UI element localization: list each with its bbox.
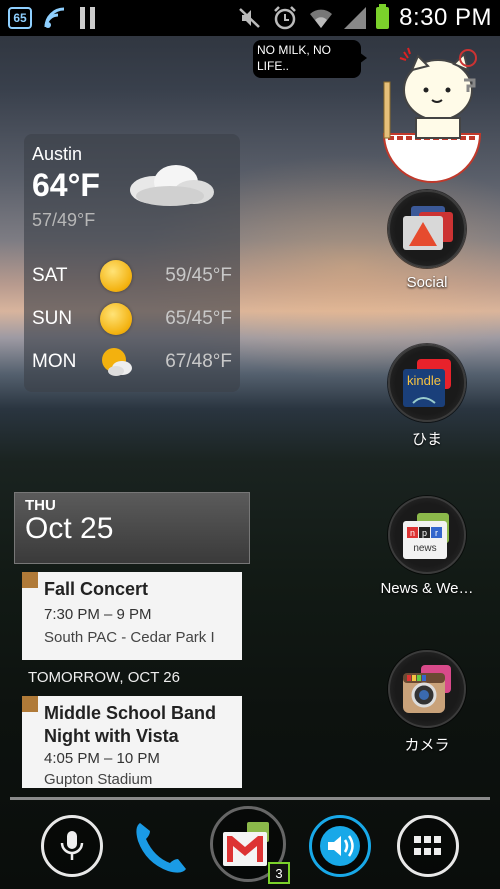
npr-news-folder-icon: n p r news — [403, 513, 449, 559]
weather-widget[interactable]: Austin 64°F 57/49°F SAT 59/45°F SUN 65/4… — [24, 134, 240, 392]
cat-mascot-widget-icon[interactable] — [376, 42, 488, 184]
instagram-folder-icon — [403, 665, 451, 713]
dock-divider — [10, 797, 490, 800]
folder-label: カメラ — [404, 737, 450, 754]
forecast-range: 59/45°F — [165, 265, 232, 286]
gmail-unread-badge: 3 — [268, 862, 290, 884]
svg-text:news: news — [413, 543, 436, 554]
folder-label: ひま — [411, 431, 442, 448]
battery-icon — [376, 4, 390, 29]
cloudy-icon — [130, 165, 214, 206]
folder-camera[interactable]: カメラ — [372, 650, 482, 755]
app-drawer-button[interactable] — [397, 815, 459, 877]
folder-label: Social — [406, 274, 448, 291]
calendar-event[interactable]: Middle School Band Night with Vista 4:05… — [22, 696, 242, 788]
mute-icon — [239, 8, 260, 28]
clock-time: 8:30 PM — [399, 4, 492, 31]
folder-hima[interactable]: kindle ひま — [372, 344, 482, 449]
event-time: 4:05 PM – 10 PM — [44, 750, 160, 767]
phone-icon — [136, 823, 186, 873]
calendar-event[interactable]: Fall Concert 7:30 PM – 9 PM South PAC - … — [22, 572, 242, 660]
svg-text:r: r — [435, 528, 438, 538]
weather-current-range: 57/49°F — [32, 210, 96, 230]
forecast-row: SAT 59/45°F — [32, 260, 232, 292]
speech-bubble[interactable]: NO MILK, NO LIFE.. — [253, 40, 367, 78]
svg-text:kindle: kindle — [407, 373, 441, 388]
notification-badge-icon[interactable]: 65 — [8, 7, 32, 29]
volume-icon — [320, 826, 360, 866]
sunny-icon — [100, 260, 132, 292]
app-drawer-icon — [414, 836, 441, 855]
forecast-day: MON — [32, 351, 77, 372]
microphone-icon — [60, 831, 84, 860]
folder-news-weather[interactable]: n p r news News & We… — [372, 496, 482, 597]
alarm-icon — [274, 6, 296, 30]
calendar-tomorrow-label: TOMORROW, OCT 26 — [28, 669, 180, 686]
calendar-header[interactable]: THU Oct 25 — [14, 492, 250, 564]
wifi-signal-icon — [44, 7, 65, 28]
pause-icon — [80, 7, 95, 29]
folder-label: News & We… — [380, 580, 474, 597]
forecast-day: SUN — [32, 308, 73, 329]
forecast-day: SAT — [32, 265, 68, 286]
event-title: Fall Concert — [44, 579, 149, 599]
forecast-range: 67/48°F — [165, 351, 232, 372]
wifi-icon — [310, 9, 333, 28]
folder-social[interactable]: Social — [372, 190, 482, 291]
cell-signal-icon — [344, 7, 367, 29]
forecast-row: SUN 65/45°F — [32, 303, 232, 335]
partly-cloudy-icon — [102, 348, 132, 376]
event-time: 7:30 PM – 9 PM — [44, 606, 152, 623]
volume-button[interactable] — [309, 815, 371, 877]
kindle-folder-icon: kindle — [403, 359, 451, 407]
social-folder-icon — [403, 206, 453, 250]
sunny-icon — [100, 303, 132, 335]
calendar-date: Oct 25 — [25, 512, 114, 545]
svg-text:n: n — [410, 528, 415, 538]
voice-search-button[interactable] — [41, 815, 103, 877]
event-title: Middle School Band Night with Vista — [44, 703, 217, 746]
event-location: Gupton Stadium — [44, 771, 153, 788]
event-location: South PAC - Cedar Park I — [44, 629, 215, 646]
forecast-row: MON 67/48°F — [32, 346, 232, 378]
svg-text:p: p — [422, 528, 427, 538]
status-bar[interactable]: 65 8:30 PM — [0, 0, 500, 36]
phone-button[interactable] — [128, 815, 190, 877]
forecast-range: 65/45°F — [165, 308, 232, 329]
